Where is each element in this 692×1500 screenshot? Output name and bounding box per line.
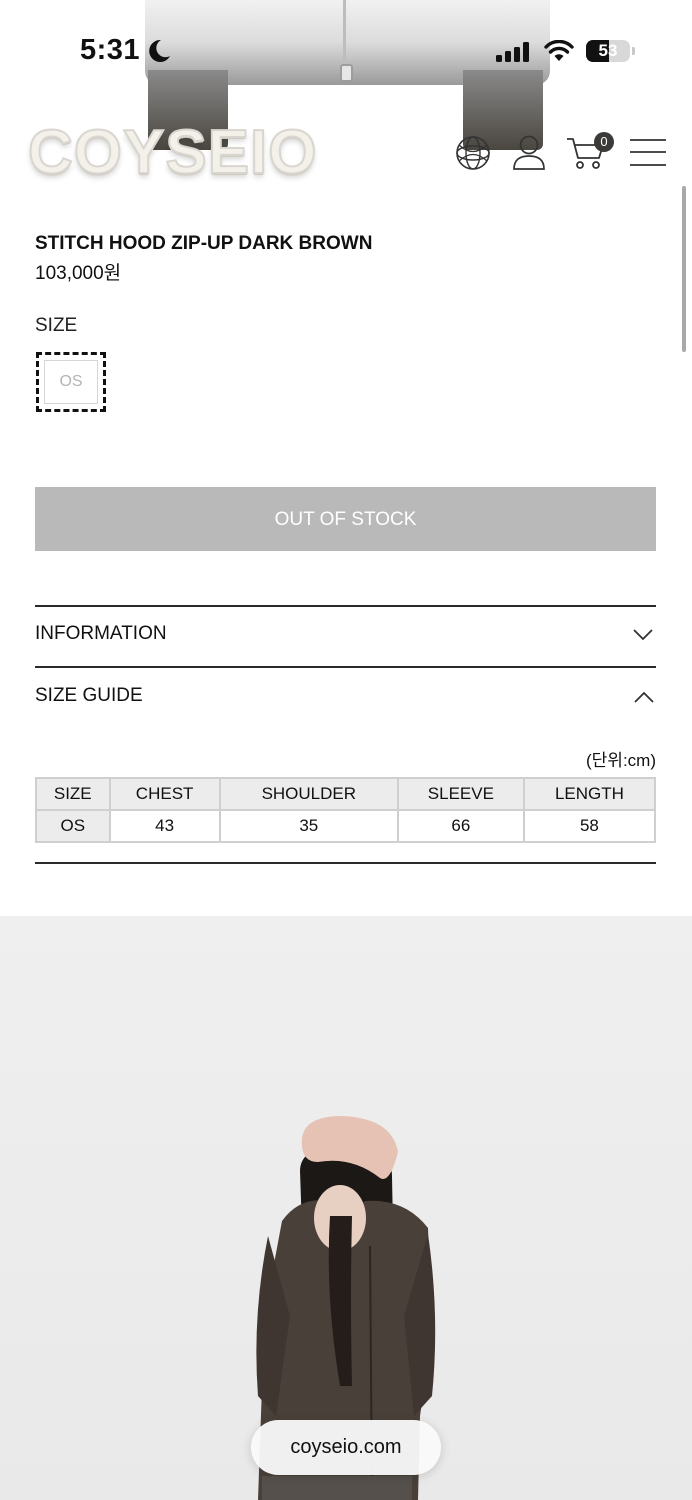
table-header-cell: SLEEVE bbox=[397, 778, 524, 810]
out-of-stock-button[interactable]: OUT OF STOCK bbox=[35, 487, 656, 551]
table-header-cell: SHOULDER bbox=[219, 778, 398, 810]
chevron-up-icon[interactable] bbox=[634, 690, 654, 709]
size-option-os[interactable]: OS bbox=[36, 352, 106, 412]
information-toggle[interactable]: INFORMATION bbox=[35, 623, 167, 645]
status-bar: 5:31 53 bbox=[0, 28, 692, 76]
table-header-row: SIZE CHEST SHOULDER SLEEVE LENGTH bbox=[36, 778, 655, 810]
signal-icon bbox=[496, 42, 532, 67]
cart-count-badge: 0 bbox=[594, 132, 614, 152]
table-cell: 58 bbox=[523, 810, 655, 842]
browser-url-pill[interactable]: coyseio.com bbox=[251, 1420, 441, 1475]
table-header-cell: CHEST bbox=[109, 778, 220, 810]
size-unit-label: (단위:cm) bbox=[586, 751, 656, 770]
size-label: SIZE bbox=[35, 315, 78, 336]
divider bbox=[35, 862, 656, 864]
size-guide-table: SIZE CHEST SHOULDER SLEEVE LENGTH OS 43 … bbox=[35, 777, 656, 843]
globe-icon[interactable] bbox=[454, 134, 492, 177]
model-illustration bbox=[256, 1116, 436, 1500]
page-scrollbar[interactable] bbox=[682, 186, 686, 352]
table-cell: 66 bbox=[397, 810, 524, 842]
table-header-cell: LENGTH bbox=[523, 778, 655, 810]
size-option-label: OS bbox=[44, 360, 98, 404]
status-time: 5:31 bbox=[80, 34, 141, 66]
model-photo bbox=[0, 916, 692, 1500]
size-guide-toggle[interactable]: SIZE GUIDE bbox=[35, 685, 143, 707]
moon-icon bbox=[146, 38, 172, 69]
battery-icon: 53 bbox=[586, 40, 630, 62]
table-cell: 43 bbox=[109, 810, 220, 842]
brand-logo[interactable]: COYSEIO bbox=[27, 117, 318, 188]
table-header-cell: SIZE bbox=[36, 778, 110, 810]
battery-cap bbox=[632, 47, 635, 55]
wifi-icon bbox=[544, 39, 574, 67]
user-icon[interactable] bbox=[512, 134, 546, 177]
menu-icon[interactable] bbox=[630, 138, 666, 173]
table-cell: OS bbox=[36, 810, 110, 842]
product-name: STITCH HOOD ZIP-UP DARK BROWN bbox=[35, 233, 373, 254]
divider bbox=[35, 666, 656, 668]
battery-percent: 53 bbox=[598, 41, 618, 60]
table-row: OS 43 35 66 58 bbox=[36, 810, 655, 842]
table-cell: 35 bbox=[219, 810, 398, 842]
chevron-down-icon[interactable] bbox=[633, 628, 653, 647]
divider bbox=[35, 605, 656, 607]
product-price: 103,000원 bbox=[35, 263, 122, 284]
